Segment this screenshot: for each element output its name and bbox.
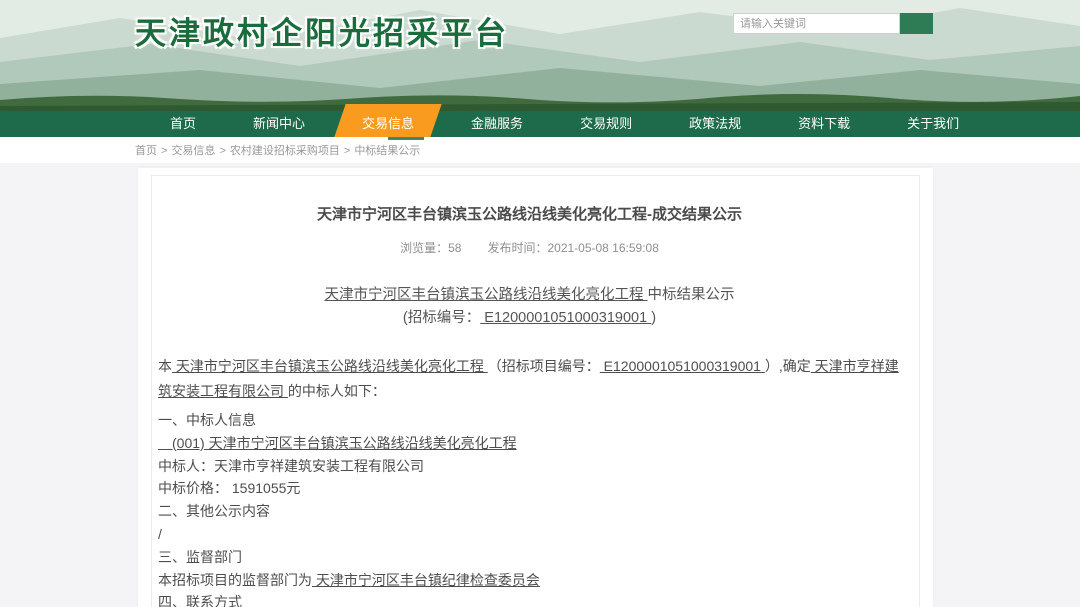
intro-project-name: 天津市宁河区丰台镇滨玉公路线沿线美化亮化工程 bbox=[172, 358, 488, 374]
nav-item-home[interactable]: 首页 bbox=[160, 111, 206, 137]
subtitle-suffix: 中标结果公示 bbox=[648, 287, 735, 303]
result-subtitle: 天津市宁河区丰台镇滨玉公路线沿线美化亮化工程 中标结果公示 bbox=[158, 284, 901, 307]
supervisor-name: 天津市宁河区丰台镇纪律检查委员会 bbox=[312, 572, 540, 588]
publish-label: 发布时间： bbox=[487, 241, 547, 255]
nav-item-trade-info-label: 交易信息 bbox=[362, 116, 414, 131]
content-inner-box: 天津市宁河区丰台镇滨玉公路线沿线美化亮化工程-成交结果公示 浏览量：58 发布时间… bbox=[151, 175, 920, 607]
intro-confirm-text: ）,确定 bbox=[765, 358, 811, 374]
breadcrumb-bar: 首页 > 交易信息 > 农村建设招标采购项目 > 中标结果公示 bbox=[0, 137, 1080, 163]
breadcrumb-home[interactable]: 首页 bbox=[135, 145, 157, 157]
section2-body: / bbox=[158, 523, 901, 546]
search-bar bbox=[733, 13, 933, 34]
section3-heading: 三、监督部门 bbox=[158, 546, 901, 569]
nav-item-policy[interactable]: 政策法规 bbox=[679, 111, 751, 137]
winner-line: 中标人：天津市亨祥建筑安装工程有限公司 bbox=[158, 455, 901, 478]
views-count: 58 bbox=[448, 241, 461, 255]
bid-number-line: (招标编号： E1200001051000319001 ) bbox=[158, 307, 901, 330]
page-body: 天津市宁河区丰台镇滨玉公路线沿线美化亮化工程-成交结果公示 浏览量：58 发布时间… bbox=[0, 163, 1080, 607]
breadcrumb-current-page[interactable]: 中标结果公示 bbox=[354, 145, 420, 157]
bid-number-label: (招标编号： bbox=[403, 310, 480, 326]
top-banner: 天津政村企阳光招采平台 bbox=[0, 0, 1080, 111]
nav-item-trade-rules[interactable]: 交易规则 bbox=[570, 111, 642, 137]
article-meta: 浏览量：58 发布时间：2021-05-08 16:59:08 bbox=[158, 239, 901, 256]
breadcrumb-rural-projects[interactable]: 农村建设招标采购项目 bbox=[230, 145, 340, 157]
content-card: 天津市宁河区丰台镇滨玉公路线沿线美化亮化工程-成交结果公示 浏览量：58 发布时间… bbox=[138, 168, 933, 607]
breadcrumb-separator: > bbox=[161, 145, 167, 157]
nav-item-finance[interactable]: 金融服务 bbox=[461, 111, 533, 137]
intro-paragraph: 本 天津市宁河区丰台镇滨玉公路线沿线美化亮化工程 （招标项目编号： E12000… bbox=[158, 354, 901, 404]
views-label: 浏览量： bbox=[400, 241, 448, 255]
subtitle-project-name: 天津市宁河区丰台镇滨玉公路线沿线美化亮化工程 bbox=[324, 287, 647, 303]
active-tab-accent bbox=[388, 137, 424, 140]
intro-project-code: E1200001051000319001 bbox=[600, 358, 765, 374]
section2-heading: 二、其他公示内容 bbox=[158, 500, 901, 523]
nav-item-downloads[interactable]: 资料下载 bbox=[788, 111, 860, 137]
breadcrumb-separator: > bbox=[219, 145, 225, 157]
publish-time: 2021-05-08 16:59:08 bbox=[547, 241, 658, 255]
search-button[interactable] bbox=[900, 13, 933, 34]
bid-number: E1200001051000319001 bbox=[480, 310, 651, 326]
price-line: 中标价格： 1591055元 bbox=[158, 477, 901, 500]
intro-code-label: （招标项目编号： bbox=[488, 358, 600, 374]
breadcrumb: 首页 > 交易信息 > 农村建设招标采购项目 > 中标结果公示 bbox=[135, 142, 420, 158]
intro-suffix: 的中标人如下： bbox=[288, 383, 386, 399]
section1-heading: 一、中标人信息 bbox=[158, 409, 901, 432]
article-body: 一、中标人信息 (001) 天津市宁河区丰台镇滨玉公路线沿线美化亮化工程 中标人… bbox=[158, 409, 901, 607]
supervisor-prefix: 本招标项目的监督部门为 bbox=[158, 572, 312, 588]
section4-heading: 四、联系方式 bbox=[158, 591, 901, 607]
bid-number-close: ) bbox=[651, 310, 656, 326]
section1-item: (001) 天津市宁河区丰台镇滨玉公路线沿线美化亮化工程 bbox=[158, 435, 517, 451]
nav-item-news[interactable]: 新闻中心 bbox=[243, 111, 315, 137]
supervisor-line: 本招标项目的监督部门为 天津市宁河区丰台镇纪律检查委员会 bbox=[158, 569, 901, 592]
breadcrumb-trade-info[interactable]: 交易信息 bbox=[171, 145, 215, 157]
nav-item-about[interactable]: 关于我们 bbox=[897, 111, 969, 137]
site-title: 天津政村企阳光招采平台 bbox=[135, 8, 509, 53]
intro-prefix: 本 bbox=[158, 358, 172, 374]
article-title: 天津市宁河区丰台镇滨玉公路线沿线美化亮化工程-成交结果公示 bbox=[158, 203, 901, 224]
main-nav: 首页 新闻中心 交易信息 金融服务 交易规则 政策法规 资料下载 关于我们 bbox=[0, 111, 1080, 137]
nav-item-trade-info[interactable]: 交易信息 bbox=[352, 111, 424, 137]
breadcrumb-separator: > bbox=[344, 145, 350, 157]
